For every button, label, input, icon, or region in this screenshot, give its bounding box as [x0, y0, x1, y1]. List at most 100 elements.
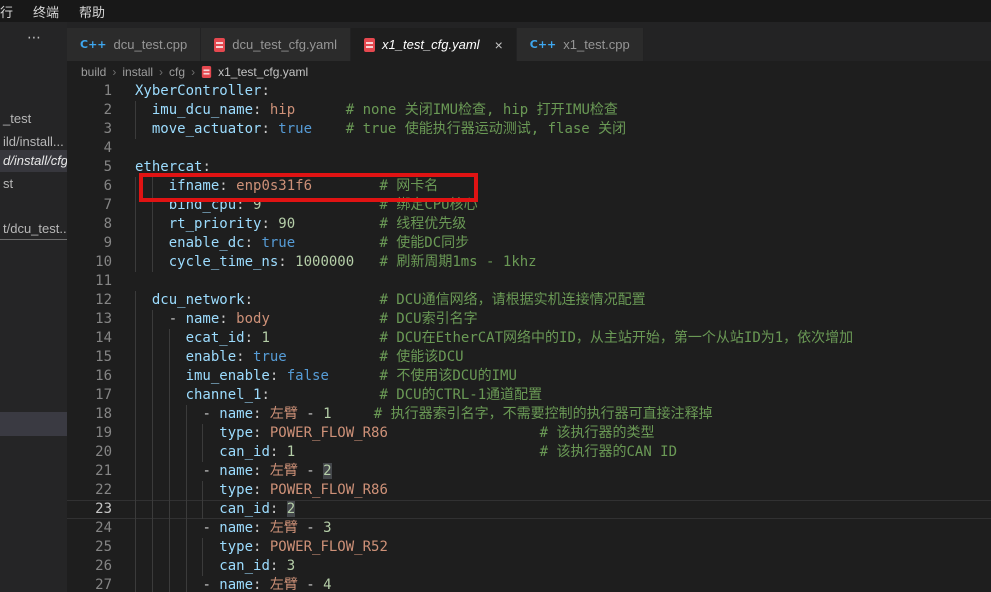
- line-number[interactable]: 24: [67, 519, 112, 538]
- code-line[interactable]: 7 bind_cpu: 9 # 绑定CPU核心: [67, 196, 991, 215]
- breadcrumb-separator-icon: ›: [191, 65, 195, 79]
- code-line[interactable]: 3 move_actuator: true # true 使能执行器运动测试, …: [67, 120, 991, 139]
- close-icon[interactable]: ×: [495, 38, 503, 52]
- indent-guide: [135, 291, 136, 310]
- line-number[interactable]: 13: [67, 310, 112, 329]
- line-number[interactable]: 3: [67, 120, 112, 139]
- code-line[interactable]: 21 - name: 左臂 - 2: [67, 462, 991, 481]
- line-number[interactable]: 17: [67, 386, 112, 405]
- indent-guide: [135, 424, 136, 443]
- sidebar-item[interactable]: t/dcu_test...: [0, 218, 67, 240]
- indent-guide: [135, 215, 136, 234]
- indent-guide: [169, 462, 170, 481]
- line-number[interactable]: 12: [67, 291, 112, 310]
- code-line[interactable]: 18 - name: 左臂 - 1 # 执行器索引名字，不需要控制的执行器可直接…: [67, 405, 991, 424]
- code-line[interactable]: 23 can_id: 2: [67, 500, 991, 519]
- sidebar-item[interactable]: d/install/cfg: [0, 150, 67, 172]
- code-editor[interactable]: 1XyberController:2 imu_dcu_name: hip # n…: [67, 82, 991, 592]
- code-line[interactable]: 10 cycle_time_ns: 1000000 # 刷新周期1ms - 1k…: [67, 253, 991, 272]
- code-content: can_id: 2: [135, 500, 295, 519]
- code-line[interactable]: 1XyberController:: [67, 82, 991, 101]
- code-content: can_id: 3: [135, 557, 295, 576]
- code-content: cycle_time_ns: 1000000 # 刷新周期1ms - 1khz: [135, 253, 537, 272]
- indent-guide: [169, 481, 170, 500]
- code-line[interactable]: 13 - name: body # DCU索引名字: [67, 310, 991, 329]
- line-number[interactable]: 15: [67, 348, 112, 367]
- sidebar-item[interactable]: st: [0, 173, 67, 195]
- line-number[interactable]: 6: [67, 177, 112, 196]
- line-number[interactable]: 1: [67, 82, 112, 101]
- code-line[interactable]: 25 type: POWER_FLOW_R52: [67, 538, 991, 557]
- code-line[interactable]: 5ethercat:: [67, 158, 991, 177]
- sidebar-panel: ⋯ _testild/install...d/install/cfgstt/dc…: [0, 22, 67, 592]
- breadcrumb-segment[interactable]: build: [81, 65, 106, 79]
- code-line[interactable]: 11: [67, 272, 991, 291]
- code-line[interactable]: 9 enable_dc: true # 使能DC同步: [67, 234, 991, 253]
- editor-tab[interactable]: dcu_test_cfg.yaml: [201, 28, 351, 61]
- line-number[interactable]: 25: [67, 538, 112, 557]
- code-line[interactable]: 16 imu_enable: false # 不使用该DCU的IMU: [67, 367, 991, 386]
- line-number[interactable]: 9: [67, 234, 112, 253]
- code-line[interactable]: 20 can_id: 1 # 该执行器的CAN ID: [67, 443, 991, 462]
- tab-label: x1_test_cfg.yaml: [382, 37, 480, 52]
- code-line[interactable]: 4: [67, 139, 991, 158]
- line-number[interactable]: 2: [67, 101, 112, 120]
- sidebar-selected-row[interactable]: [0, 412, 67, 436]
- line-number[interactable]: 19: [67, 424, 112, 443]
- editor-tab[interactable]: x1_test_cfg.yaml ×: [351, 28, 517, 61]
- indent-guide: [152, 215, 153, 234]
- breadcrumb-separator-icon: ›: [112, 65, 116, 79]
- indent-guide: [152, 576, 153, 592]
- breadcrumb-segment[interactable]: install: [122, 65, 153, 79]
- code-content: - name: 左臂 - 2: [135, 462, 332, 481]
- menu-item-1[interactable]: 终端: [23, 2, 69, 21]
- indent-guide: [202, 443, 203, 462]
- line-number[interactable]: 20: [67, 443, 112, 462]
- indent-guide: [186, 443, 187, 462]
- breadcrumb-file[interactable]: x1_test_cfg.yaml: [218, 65, 308, 79]
- line-number[interactable]: 23: [67, 500, 112, 519]
- indent-guide: [135, 462, 136, 481]
- code-line[interactable]: 26 can_id: 3: [67, 557, 991, 576]
- menu-item-0[interactable]: 行: [0, 2, 23, 21]
- tab-label: x1_test.cpp: [563, 37, 630, 52]
- line-number[interactable]: 8: [67, 215, 112, 234]
- code-content: - name: 左臂 - 1 # 执行器索引名字，不需要控制的执行器可直接注释掉: [135, 405, 713, 424]
- code-line[interactable]: 8 rt_priority: 90 # 线程优先级: [67, 215, 991, 234]
- code-line[interactable]: 6 ifname: enp0s31f6 # 网卡名: [67, 177, 991, 196]
- indent-guide: [135, 120, 136, 139]
- code-line[interactable]: 2 imu_dcu_name: hip # none 关闭IMU检查, hip …: [67, 101, 991, 120]
- line-number[interactable]: 4: [67, 139, 112, 158]
- line-number[interactable]: 11: [67, 272, 112, 291]
- code-content: ifname: enp0s31f6 # 网卡名: [135, 177, 438, 196]
- code-line[interactable]: 19 type: POWER_FLOW_R86 # 该执行器的类型: [67, 424, 991, 443]
- line-number[interactable]: 26: [67, 557, 112, 576]
- indent-guide: [169, 557, 170, 576]
- menu-item-2[interactable]: 帮助: [69, 2, 115, 21]
- more-actions-icon[interactable]: ⋯: [27, 29, 42, 46]
- indent-guide: [135, 481, 136, 500]
- breadcrumb-segment[interactable]: cfg: [169, 65, 185, 79]
- line-number[interactable]: 27: [67, 576, 112, 592]
- code-line[interactable]: 27 - name: 左臂 - 4: [67, 576, 991, 592]
- editor-tab[interactable]: dcu_test.cpp: [67, 28, 201, 61]
- line-number[interactable]: 22: [67, 481, 112, 500]
- line-number[interactable]: 18: [67, 405, 112, 424]
- editor-tab-bar: dcu_test.cppdcu_test_cfg.yamlx1_test_cfg…: [67, 22, 991, 61]
- code-line[interactable]: 22 type: POWER_FLOW_R86: [67, 481, 991, 500]
- code-line[interactable]: 17 channel_1: # DCU的CTRL-1通道配置: [67, 386, 991, 405]
- code-line[interactable]: 14 ecat_id: 1 # DCU在EtherCAT网络中的ID，从主站开始…: [67, 329, 991, 348]
- code-line[interactable]: 15 enable: true # 使能该DCU: [67, 348, 991, 367]
- line-number[interactable]: 16: [67, 367, 112, 386]
- sidebar-item[interactable]: _test: [0, 108, 67, 130]
- indent-guide: [152, 557, 153, 576]
- line-number[interactable]: 7: [67, 196, 112, 215]
- editor-tab[interactable]: x1_test.cpp: [517, 28, 644, 61]
- line-number[interactable]: 10: [67, 253, 112, 272]
- line-number[interactable]: 14: [67, 329, 112, 348]
- line-number[interactable]: 5: [67, 158, 112, 177]
- code-line[interactable]: 12 dcu_network: # DCU通信网络，请根据实机连接情况配置: [67, 291, 991, 310]
- line-number[interactable]: 21: [67, 462, 112, 481]
- code-line[interactable]: 24 - name: 左臂 - 3: [67, 519, 991, 538]
- indent-guide: [135, 234, 136, 253]
